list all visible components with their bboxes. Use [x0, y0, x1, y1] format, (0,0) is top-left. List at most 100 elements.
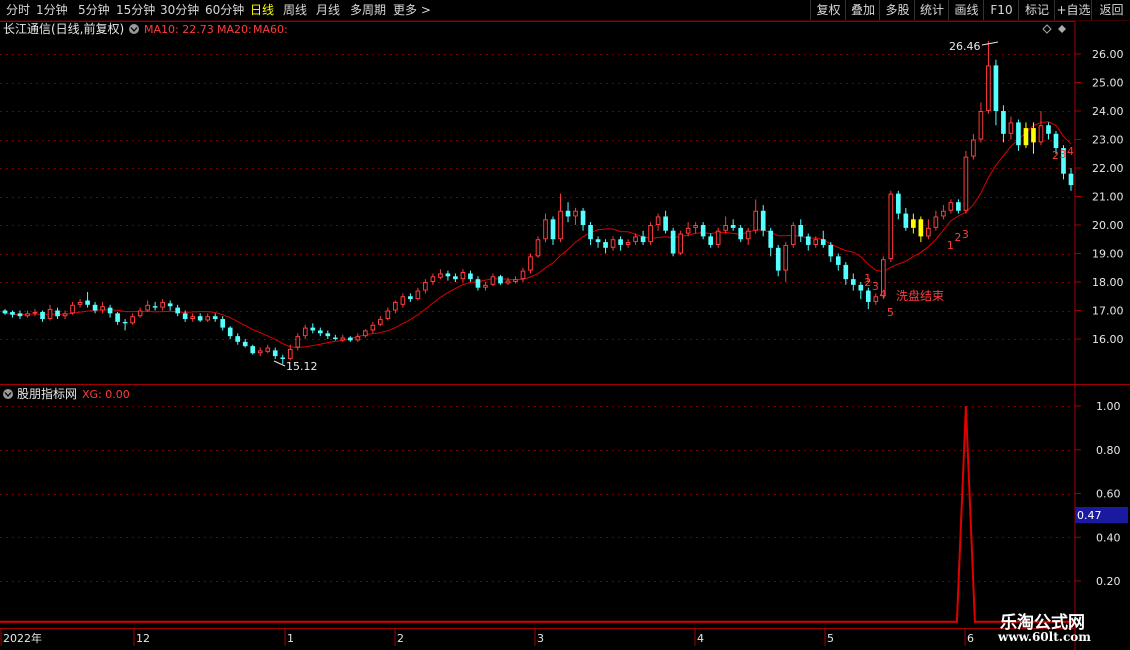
candle-body	[610, 239, 616, 248]
candle-body	[340, 337, 346, 341]
ytick-label-sub: 0.20	[1096, 575, 1121, 588]
period-tab-4[interactable]: 30分钟	[160, 0, 199, 20]
candle-body	[648, 225, 653, 243]
low-price-label: 15.12	[286, 360, 318, 373]
xtick-label: 4	[697, 632, 704, 645]
toolbar-button-1[interactable]: 叠加	[845, 0, 880, 20]
candle-body	[670, 230, 676, 254]
xg-line	[0, 405, 1075, 623]
candle-body	[257, 350, 263, 354]
candle-body	[40, 311, 45, 320]
candle-body	[558, 210, 563, 240]
period-tab-10[interactable]: 更多 >	[393, 0, 431, 20]
high-price-label: 26.46	[949, 40, 981, 53]
toolbar-button-0[interactable]: 复权	[810, 0, 846, 20]
toolbar-button-7[interactable]: +自选	[1054, 0, 1092, 20]
period-tab-6[interactable]: 日线	[250, 0, 274, 20]
candle-body	[378, 319, 383, 325]
candle-body	[858, 284, 864, 291]
ytick-label: 17.00	[1092, 305, 1124, 318]
candle-body	[393, 301, 398, 311]
candle-body	[896, 193, 901, 214]
candle-body	[85, 300, 90, 305]
toolbar-button-4[interactable]: 画线	[948, 0, 984, 20]
toolbar-button-3[interactable]: 统计	[914, 0, 949, 20]
candle-body	[115, 313, 120, 322]
period-tab-2[interactable]: 5分钟	[78, 0, 110, 20]
candle-body	[663, 216, 668, 231]
candle-body	[790, 225, 796, 245]
candle-body	[926, 227, 931, 237]
candle-body	[77, 301, 83, 305]
chart-canvas[interactable]: 26.0025.0024.0023.0022.0021.0020.0019.00…	[0, 0, 1130, 650]
candle-body	[460, 272, 466, 280]
candle-body	[573, 210, 578, 217]
candle-body	[498, 276, 503, 284]
period-tab-3[interactable]: 15分钟	[116, 0, 155, 20]
candle-body	[986, 65, 991, 111]
candle-body	[2, 310, 8, 314]
xtick-label: 12	[136, 632, 150, 645]
candle-body	[100, 306, 105, 311]
candle-body	[122, 321, 128, 324]
wash-end-annotation: 洗盘结束	[896, 288, 944, 303]
toolbar-button-8[interactable]: 返回	[1091, 0, 1130, 20]
toolbar-button-2[interactable]: 多股	[879, 0, 915, 20]
ytick-label-sub: 0.80	[1096, 444, 1121, 457]
count-label: 4	[879, 288, 886, 301]
candle-body	[130, 316, 135, 324]
candle-body	[588, 225, 593, 240]
xtick-label: 3	[537, 632, 544, 645]
candle-body	[167, 303, 173, 307]
candle-body	[618, 239, 623, 245]
candle-body	[903, 213, 909, 228]
period-tab-7[interactable]: 周线	[283, 0, 307, 20]
candle-body	[220, 319, 226, 328]
ma20-label: MA20:	[217, 23, 252, 36]
candle-body	[1053, 133, 1059, 149]
candle-body	[820, 239, 826, 245]
ytick-label: 18.00	[1092, 276, 1124, 289]
period-toolbar: 分时 1分钟 5分钟 15分钟 30分钟 60分钟 日线 周线 月线 多周期 更多 > 复权 叠加 多股统…	[0, 0, 1130, 21]
candle-body	[1068, 173, 1074, 186]
candle-body	[813, 239, 819, 245]
diamond-icon[interactable]	[1042, 24, 1052, 34]
period-tab-5[interactable]: 60分钟	[205, 0, 244, 20]
toolbar-button-6[interactable]: 标记	[1018, 0, 1055, 20]
candle-body	[993, 65, 999, 111]
candle-body	[280, 357, 286, 359]
toolbar-button-5[interactable]: F10	[983, 0, 1019, 20]
low-arrow	[273, 360, 286, 367]
candle-body	[708, 236, 713, 245]
candle-body	[468, 273, 473, 280]
period-tab-1[interactable]: 1分钟	[36, 0, 68, 20]
diamond-filled-icon[interactable]	[1058, 25, 1066, 33]
candle-body	[971, 139, 976, 157]
candle-body	[370, 324, 376, 331]
candlestick-series[interactable]	[2, 40, 1074, 365]
candle-body	[1038, 125, 1044, 143]
candle-body	[363, 330, 368, 337]
candle-body	[490, 276, 496, 285]
ytick-label: 16.00	[1092, 333, 1124, 346]
candle-body	[302, 327, 308, 337]
period-tab-9[interactable]: 多周期	[350, 0, 386, 20]
candle-body	[92, 304, 98, 311]
count-label: 2	[1052, 149, 1059, 162]
candle-body	[805, 236, 811, 245]
candle-body	[47, 309, 53, 320]
candle-body	[400, 296, 406, 305]
period-tab-8[interactable]: 月线	[316, 0, 340, 20]
candle-body	[415, 290, 421, 300]
candle-body	[828, 244, 834, 257]
candle-body	[25, 313, 30, 317]
candle-body	[963, 156, 969, 211]
candle-body	[520, 270, 526, 280]
candle-body	[918, 219, 924, 237]
indicator-settings-icon[interactable]	[3, 389, 13, 399]
candle-body	[182, 313, 188, 320]
period-tab-0[interactable]: 分时	[6, 0, 30, 20]
ytick-label: 21.00	[1092, 191, 1124, 204]
pane-settings-icon[interactable]	[129, 24, 139, 34]
candle-body	[355, 336, 361, 341]
